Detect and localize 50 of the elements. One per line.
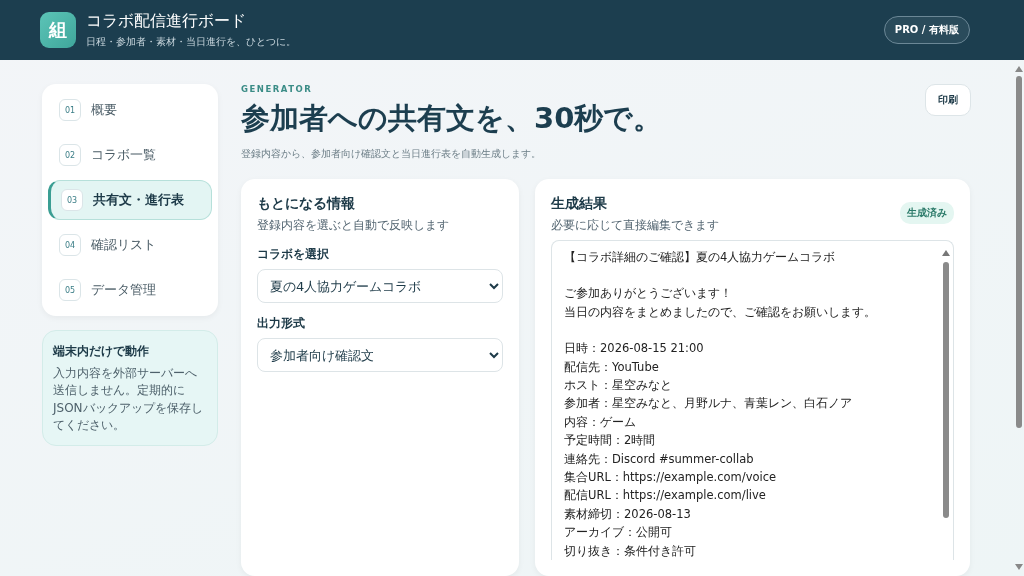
output-line: 連絡先：Discord #summer-collab <box>564 450 755 468</box>
item-number: 01 <box>59 99 81 121</box>
output-line: 素材締切：2026-08-13 <box>564 505 692 523</box>
output-line: 日時：2026-08-15 21:00 <box>564 340 705 358</box>
sidebar-item[interactable]: 02 コラボ一覧 <box>48 135 212 175</box>
app-subtitle: 日程・参加者・素材・当日進行を、ひとつに。 <box>86 35 296 49</box>
output-line: 当日の内容をまとめましたので、ご確認をお願いします。 <box>564 303 876 321</box>
page-description: 登録内容から、参加者向け確認文と当日進行表を自動生成します。 <box>241 147 542 161</box>
select-field[interactable]: 参加者向け確認文 <box>257 338 503 372</box>
print-button[interactable]: 印刷 <box>925 84 971 116</box>
page-title: 参加者への共有文を、30秒で。 <box>241 100 663 137</box>
notice-title: 端末内だけで動作 <box>53 343 150 360</box>
output-line: 内容：ゲーム <box>564 413 637 431</box>
sidebar-item[interactable]: 01 概要 <box>48 90 212 130</box>
output-line: 予定時間：2時間 <box>564 432 657 450</box>
item-number: 04 <box>59 234 81 256</box>
status-badge: 生成済み <box>900 202 954 224</box>
section-eyebrow: GENERATOR <box>241 84 314 94</box>
item-label: 概要 <box>91 101 117 119</box>
item-number: 02 <box>59 144 81 166</box>
card-title: もとになる情報 <box>257 195 356 213</box>
output-line: ホスト：星空みなと <box>564 377 673 395</box>
sidebar-item[interactable]: 03 共有文・進行表 <box>48 180 212 220</box>
output-line: 配信URL：https://example.com/live <box>564 487 767 505</box>
select-field[interactable]: 夏の4人協力ゲームコラボ <box>257 269 503 303</box>
app-logo: 組 <box>40 12 76 48</box>
card-subtitle: 登録内容を選ぶと自動で反映します <box>257 217 450 234</box>
output-line: 参加者：星空みなと、月野ルナ、青葉レン、白石ノア <box>564 395 853 413</box>
output-line: 集合URL：https://example.com/voice <box>564 469 778 487</box>
output-line: 【コラボ詳細のご確認】夏の4人協力ゲームコラボ <box>564 249 837 266</box>
output-line: 配信先：YouTube <box>564 358 660 376</box>
card-subtitle: 必要に応じて直接編集できます <box>551 217 719 234</box>
field-label: 出力形式 <box>257 315 306 332</box>
output-line: ご参加ありがとうございます！ <box>564 285 733 303</box>
sidebar-item[interactable]: 05 データ管理 <box>48 270 212 310</box>
output-line: 切り抜き：条件付き許可 <box>564 542 697 560</box>
item-number: 03 <box>61 189 83 211</box>
plan-badge: PRO / 有料版 <box>883 16 970 44</box>
sidebar-item[interactable]: 04 確認リスト <box>48 225 212 265</box>
card-title: 生成結果 <box>551 195 608 213</box>
notice-text: 入力内容を外部サーバーへ送信しません。定期的にJSONバックアップを保存してください。 <box>53 365 204 435</box>
field-label: コラボを選択 <box>257 246 330 263</box>
output-textarea[interactable] <box>551 240 954 560</box>
output-line: アーカイブ：公開可 <box>564 524 673 542</box>
item-label: データ管理 <box>91 281 156 299</box>
item-label: コラボ一覧 <box>91 146 156 164</box>
item-number: 05 <box>59 279 81 301</box>
app-title: コラボ配信進行ボード <box>86 11 247 32</box>
item-label: 確認リスト <box>91 236 156 254</box>
item-label: 共有文・進行表 <box>93 191 184 209</box>
